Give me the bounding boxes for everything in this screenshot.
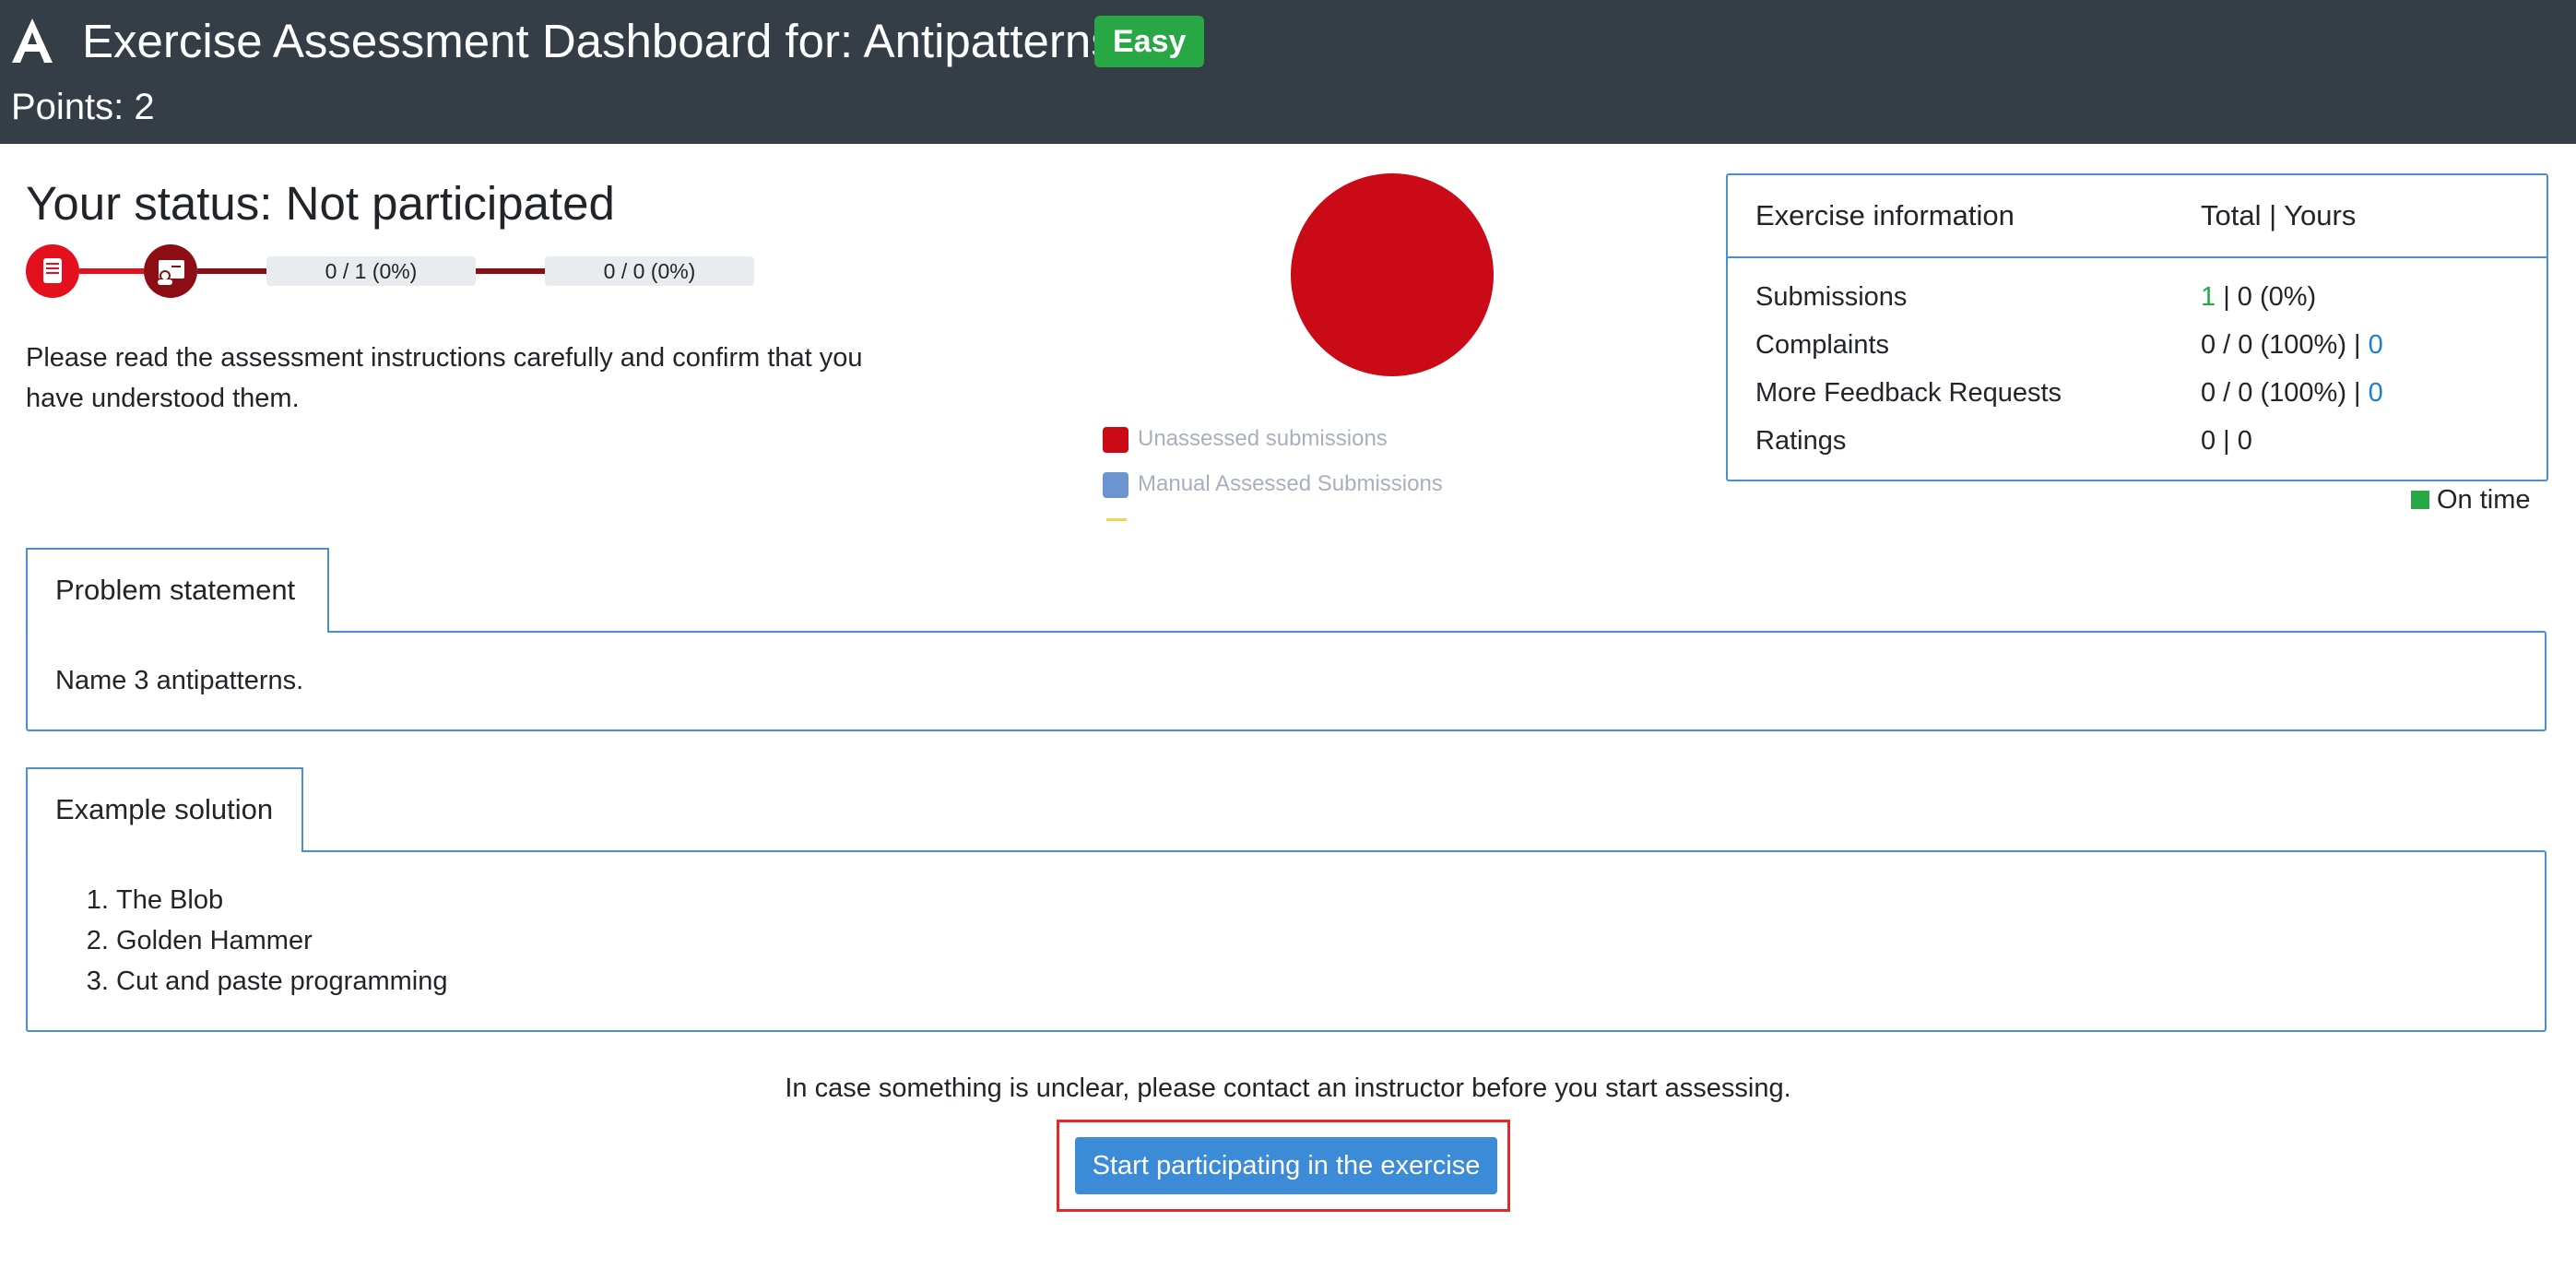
step-connector [476, 268, 545, 274]
on-time-label: On time [2437, 485, 2531, 515]
list-item: Cut and paste programming [116, 961, 447, 1002]
exercise-info-column-header: Total | Yours [2201, 199, 2357, 231]
pie-slice-0 [1291, 173, 1494, 376]
list-item: Golden Hammer [116, 920, 447, 961]
legend-item-unassessed[interactable]: Unassessed submissions [1103, 426, 1388, 453]
complaints-rest: 0 / 0 (100%) | [2201, 330, 2369, 360]
submissions-rest: | 0 (0%) [2216, 282, 2317, 312]
info-value-ratings: 0 | 0 [2201, 426, 2252, 456]
progress-pill-assessed: 0 / 1 (0%) [266, 256, 476, 286]
info-label-complaints: Complaints [1755, 330, 1890, 360]
assessment-instructions: Please read the assessment instructions … [26, 343, 863, 413]
tab-example-solution[interactable]: Example solution [26, 767, 303, 852]
on-time-swatch [2411, 491, 2429, 509]
progress-pill-complaints: 0 / 0 (0%) [545, 256, 754, 286]
info-value-more-feedback: 0 / 0 (100%) | 0 [2201, 374, 2383, 411]
exercise-info-card: Exercise information Total | Yours Submi… [1726, 173, 2548, 481]
exercise-info-title: Exercise information [1755, 199, 2015, 231]
legend-overflow-indicator [1106, 518, 1127, 521]
info-value-submissions: 1 | 0 (0%) [2201, 279, 2316, 315]
problem-statement-panel: Name 3 antipatterns. [26, 631, 2546, 731]
app-logo-icon[interactable] [9, 17, 55, 65]
status-title: Your status: Not participated [26, 177, 615, 230]
step-book-icon [26, 244, 79, 298]
example-solution-panel: The Blob Golden Hammer Cut and paste pro… [26, 850, 2546, 1032]
info-label-more-feedback: More Feedback Requests [1755, 378, 2062, 408]
difficulty-badge: Easy [1094, 16, 1205, 67]
step-connector [79, 268, 144, 274]
start-participating-button[interactable]: Start participating in the exercise [1075, 1137, 1497, 1194]
example-solution-list: The Blob Golden Hammer Cut and paste pro… [57, 880, 447, 1002]
more-feedback-rest: 0 / 0 (100%) | [2201, 378, 2369, 408]
complaints-link[interactable]: 0 [2369, 330, 2383, 360]
submissions-total: 1 [2201, 282, 2216, 312]
info-label-ratings: Ratings [1755, 426, 1847, 456]
step-instructor-icon [144, 244, 197, 298]
legend-label: Unassessed submissions [1138, 426, 1388, 451]
submissions-pie-chart [1291, 173, 1494, 376]
legend-item-manual-assessed[interactable]: Manual Assessed Submissions [1103, 471, 1443, 498]
step-connector [197, 268, 266, 274]
header-bar: Exercise Assessment Dashboard for: Antip… [0, 0, 2576, 144]
info-value-complaints: 0 / 0 (100%) | 0 [2201, 326, 2383, 363]
problem-statement-text: Name 3 antipatterns. [55, 666, 304, 695]
info-label-submissions: Submissions [1755, 282, 1908, 312]
legend-label: Manual Assessed Submissions [1138, 471, 1443, 496]
contact-instructor-note: In case something is unclear, please con… [785, 1073, 1791, 1103]
exercise-info-header: Exercise information Total | Yours [1728, 175, 2546, 258]
more-feedback-link[interactable]: 0 [2369, 378, 2383, 408]
tab-problem-statement[interactable]: Problem statement [26, 548, 329, 633]
legend-swatch [1103, 471, 1128, 498]
legend-swatch [1103, 426, 1128, 453]
points-label: Points: 2 [11, 87, 155, 127]
on-time-indicator: On time [2411, 481, 2531, 518]
list-item: The Blob [116, 880, 447, 920]
page-title: Exercise Assessment Dashboard for: Antip… [82, 15, 1115, 67]
